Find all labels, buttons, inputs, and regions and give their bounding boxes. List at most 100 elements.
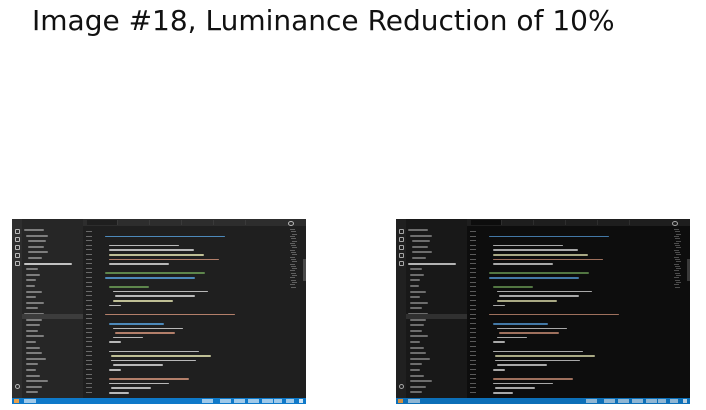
line-number xyxy=(86,341,92,343)
minimap-line xyxy=(291,245,296,247)
minimap xyxy=(290,229,302,289)
code-line xyxy=(113,327,183,330)
explorer-item xyxy=(410,268,422,271)
code-line xyxy=(493,244,563,247)
bell-icon xyxy=(683,399,687,403)
status-item xyxy=(202,399,213,403)
editor-tab xyxy=(471,220,502,225)
tab-bar xyxy=(83,219,306,226)
status-item xyxy=(286,399,294,403)
explorer-item xyxy=(26,380,48,383)
line-number xyxy=(86,364,92,366)
status-item xyxy=(604,399,615,403)
editor-tab xyxy=(183,220,214,225)
explorer-item xyxy=(26,329,38,332)
debug-icon xyxy=(399,253,404,258)
code-editor xyxy=(83,219,306,398)
explorer-sidebar xyxy=(22,219,83,398)
minimap-line xyxy=(675,258,680,260)
code-line xyxy=(489,277,579,279)
status-item xyxy=(618,399,629,403)
line-number xyxy=(470,254,476,255)
code-line xyxy=(109,254,204,256)
branch-icon xyxy=(14,399,19,403)
minimap-line xyxy=(674,263,679,265)
minimap-line xyxy=(292,281,297,283)
minimap-line xyxy=(674,229,679,230)
code-line xyxy=(493,341,505,343)
line-number xyxy=(470,373,476,375)
explorer-item xyxy=(410,374,424,377)
minimap-line xyxy=(675,279,680,281)
explorer-item xyxy=(410,346,424,349)
line-number xyxy=(86,309,92,311)
line-number xyxy=(470,382,476,384)
minimap-line xyxy=(290,256,295,258)
minimap-line xyxy=(676,281,681,283)
line-number xyxy=(86,244,92,246)
code-line xyxy=(109,304,121,307)
explorer-item xyxy=(410,391,422,394)
line-number xyxy=(470,281,476,283)
files-icon xyxy=(399,229,404,234)
explorer-item xyxy=(412,257,426,259)
minimap-line xyxy=(676,254,681,256)
code-line xyxy=(105,277,195,279)
status-item xyxy=(262,399,273,403)
tab-close-icon xyxy=(288,221,294,226)
editor-tab xyxy=(599,220,630,225)
minimap-line xyxy=(675,231,680,233)
editor-tab xyxy=(567,220,598,225)
explorer-item xyxy=(28,240,46,243)
minimap-line xyxy=(674,242,679,244)
activity-bar xyxy=(396,219,406,398)
explorer-item xyxy=(26,357,46,360)
status-item xyxy=(670,399,678,403)
line-number xyxy=(86,249,92,251)
line-number xyxy=(470,267,476,269)
status-item xyxy=(274,399,282,403)
minimap-line xyxy=(290,229,295,230)
status-item xyxy=(220,399,231,403)
code-line xyxy=(489,235,609,238)
explorer-item xyxy=(26,385,42,388)
editor-tab xyxy=(119,220,150,225)
code-line xyxy=(109,382,169,385)
explorer-item xyxy=(24,262,72,265)
minimap-line xyxy=(292,268,297,270)
code-line xyxy=(109,258,219,261)
minimap-line xyxy=(291,238,296,240)
minimap-line xyxy=(292,261,297,263)
minimap-line xyxy=(674,284,679,286)
minimap-line xyxy=(675,286,680,288)
code-line xyxy=(109,323,164,325)
code-line xyxy=(493,304,505,307)
line-number xyxy=(86,290,92,292)
minimap-line xyxy=(290,242,295,244)
explorer-item xyxy=(410,335,428,338)
code-line xyxy=(493,392,513,394)
code-line xyxy=(495,355,595,357)
editor-tab xyxy=(503,220,534,225)
code-line xyxy=(495,359,580,362)
status-item xyxy=(234,399,245,403)
explorer-item xyxy=(410,341,420,343)
code-line xyxy=(115,295,195,297)
minimap-line xyxy=(291,231,296,233)
explorer-item xyxy=(24,229,44,231)
minimap-line xyxy=(675,252,680,253)
line-number xyxy=(86,392,92,393)
code-line xyxy=(493,258,603,261)
code-line xyxy=(497,300,557,302)
code-line xyxy=(109,249,194,251)
line-number xyxy=(470,341,476,343)
line-number xyxy=(86,254,92,255)
explorer-item xyxy=(26,374,40,377)
explorer-item xyxy=(410,329,422,332)
bell-icon xyxy=(299,399,303,403)
minimap-line xyxy=(674,235,679,237)
explorer-item xyxy=(26,307,38,310)
explorer-item xyxy=(410,369,420,371)
editor-tab xyxy=(215,220,246,225)
minimap-line xyxy=(674,256,679,258)
